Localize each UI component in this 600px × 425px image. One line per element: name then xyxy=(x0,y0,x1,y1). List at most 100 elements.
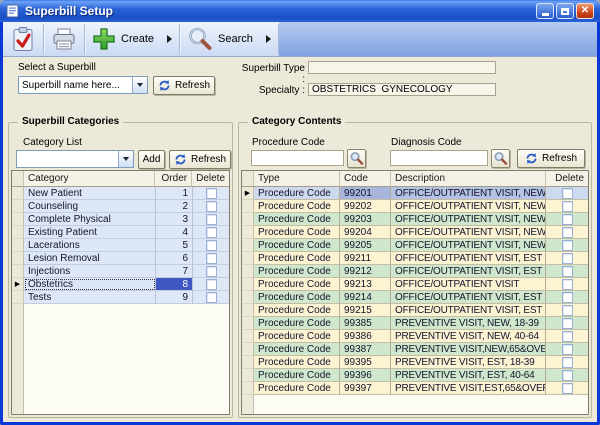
delete-checkbox[interactable] xyxy=(206,266,217,277)
row-selector[interactable] xyxy=(242,356,254,369)
code-cell[interactable]: 99386 xyxy=(340,330,391,343)
type-cell[interactable]: Procedure Code xyxy=(254,200,340,213)
maximize-button[interactable] xyxy=(556,3,574,19)
type-cell[interactable]: Procedure Code xyxy=(254,265,340,278)
description-cell[interactable]: OFFICE/OUTPATIENT VISIT, NEW xyxy=(391,187,546,200)
type-cell[interactable]: Procedure Code xyxy=(254,278,340,291)
delete-checkbox[interactable] xyxy=(562,227,573,238)
order-cell[interactable]: 9 xyxy=(156,291,193,304)
delete-cell[interactable] xyxy=(546,252,588,265)
row-selector[interactable] xyxy=(242,369,254,382)
order-cell[interactable]: 3 xyxy=(156,213,193,226)
order-cell[interactable]: 6 xyxy=(156,252,193,265)
table-row[interactable]: Procedure Code99214OFFICE/OUTPATIENT VIS… xyxy=(242,291,588,304)
row-selector-arrow-icon[interactable]: ▶ xyxy=(12,278,24,291)
delete-column-header[interactable]: Delete xyxy=(546,171,588,187)
description-cell[interactable]: OFFICE/OUTPATIENT VISIT, EST xyxy=(391,304,546,317)
code-cell[interactable]: 99201 xyxy=(340,187,391,200)
minimize-button[interactable] xyxy=(536,3,554,19)
delete-column-header[interactable]: Delete xyxy=(192,171,229,187)
description-column-header[interactable]: Description xyxy=(391,171,546,187)
table-row[interactable]: Procedure Code99205OFFICE/OUTPATIENT VIS… xyxy=(242,239,588,252)
table-row[interactable]: Procedure Code99211OFFICE/OUTPATIENT VIS… xyxy=(242,252,588,265)
delete-checkbox[interactable] xyxy=(206,279,217,290)
category-cell[interactable]: Complete Physical xyxy=(24,213,156,226)
row-selector[interactable] xyxy=(242,330,254,343)
order-cell[interactable]: 1 xyxy=(156,187,193,200)
table-row[interactable]: Procedure Code99204OFFICE/OUTPATIENT VIS… xyxy=(242,226,588,239)
delete-checkbox[interactable] xyxy=(562,188,573,199)
search-menu-arrow-icon[interactable] xyxy=(266,35,271,43)
table-row[interactable]: Procedure Code99387PREVENTIVE VISIT,NEW,… xyxy=(242,343,588,356)
code-cell[interactable]: 99387 xyxy=(340,343,391,356)
row-selector[interactable] xyxy=(12,200,24,213)
code-cell[interactable]: 99214 xyxy=(340,291,391,304)
code-cell[interactable]: 99396 xyxy=(340,369,391,382)
diagnosis-code-input[interactable] xyxy=(390,150,488,166)
row-selector[interactable] xyxy=(12,252,24,265)
row-selector[interactable] xyxy=(242,317,254,330)
code-cell[interactable]: 99203 xyxy=(340,213,391,226)
delete-checkbox[interactable] xyxy=(562,383,573,394)
type-cell[interactable]: Procedure Code xyxy=(254,252,340,265)
row-selector[interactable] xyxy=(242,304,254,317)
type-cell[interactable]: Procedure Code xyxy=(254,343,340,356)
type-cell[interactable]: Procedure Code xyxy=(254,239,340,252)
description-cell[interactable]: OFFICE/OUTPATIENT VISIT, NEW xyxy=(391,226,546,239)
row-selector[interactable] xyxy=(242,200,254,213)
code-cell[interactable]: 99204 xyxy=(340,226,391,239)
table-row[interactable]: Lesion Removal6 xyxy=(12,252,229,265)
description-cell[interactable]: PREVENTIVE VISIT, EST, 40-64 xyxy=(391,369,546,382)
table-row[interactable]: Existing Patient4 xyxy=(12,226,229,239)
description-cell[interactable]: OFFICE/OUTPATIENT VISIT, EST xyxy=(391,265,546,278)
row-selector[interactable] xyxy=(12,213,24,226)
type-cell[interactable]: Procedure Code xyxy=(254,291,340,304)
delete-checkbox[interactable] xyxy=(562,240,573,251)
delete-cell[interactable] xyxy=(546,200,588,213)
order-cell[interactable]: 5 xyxy=(156,239,193,252)
delete-cell[interactable] xyxy=(546,239,588,252)
category-list-combobox[interactable] xyxy=(16,150,134,168)
close-button[interactable]: ✕ xyxy=(576,3,594,19)
table-row[interactable]: Procedure Code99212OFFICE/OUTPATIENT VIS… xyxy=(242,265,588,278)
code-cell[interactable]: 99397 xyxy=(340,382,391,395)
order-cell[interactable]: 4 xyxy=(156,226,193,239)
delete-cell[interactable] xyxy=(546,317,588,330)
delete-cell[interactable] xyxy=(546,265,588,278)
description-cell[interactable]: PREVENTIVE VISIT, NEW, 18-39 xyxy=(391,317,546,330)
code-cell[interactable]: 99385 xyxy=(340,317,391,330)
code-cell[interactable]: 99212 xyxy=(340,265,391,278)
code-cell[interactable]: 99215 xyxy=(340,304,391,317)
table-row[interactable]: New Patient1 xyxy=(12,187,229,200)
delete-checkbox[interactable] xyxy=(206,240,217,251)
description-cell[interactable]: OFFICE/OUTPATIENT VISIT, NEW xyxy=(391,200,546,213)
add-category-button[interactable]: Add xyxy=(138,150,165,169)
delete-cell[interactable] xyxy=(193,278,229,291)
delete-checkbox[interactable] xyxy=(562,318,573,329)
row-selector[interactable] xyxy=(12,226,24,239)
code-column-header[interactable]: Code xyxy=(340,171,391,187)
description-cell[interactable]: PREVENTIVE VISIT, EST, 18-39 xyxy=(391,356,546,369)
description-cell[interactable]: OFFICE/OUTPATIENT VISIT xyxy=(391,278,546,291)
type-cell[interactable]: Procedure Code xyxy=(254,304,340,317)
category-cell[interactable]: Lesion Removal xyxy=(24,252,156,265)
delete-checkbox[interactable] xyxy=(206,214,217,225)
description-cell[interactable]: PREVENTIVE VISIT,NEW,65&OVER xyxy=(391,343,546,356)
category-column-header[interactable]: Category xyxy=(24,171,155,187)
category-cell[interactable]: Counseling xyxy=(24,200,156,213)
category-cell[interactable]: Obstetrics xyxy=(24,278,156,291)
delete-checkbox[interactable] xyxy=(562,357,573,368)
row-selector[interactable] xyxy=(242,291,254,304)
type-cell[interactable]: Procedure Code xyxy=(254,213,340,226)
type-cell[interactable]: Procedure Code xyxy=(254,369,340,382)
delete-cell[interactable] xyxy=(193,187,229,200)
code-cell[interactable]: 99211 xyxy=(340,252,391,265)
table-row[interactable]: Procedure Code99202OFFICE/OUTPATIENT VIS… xyxy=(242,200,588,213)
table-row[interactable]: Procedure Code99395PREVENTIVE VISIT, EST… xyxy=(242,356,588,369)
superbill-combobox-dropdown-button[interactable] xyxy=(132,77,147,93)
delete-checkbox[interactable] xyxy=(562,370,573,381)
delete-cell[interactable] xyxy=(193,291,229,304)
type-cell[interactable]: Procedure Code xyxy=(254,356,340,369)
description-cell[interactable]: PREVENTIVE VISIT, NEW, 40-64 xyxy=(391,330,546,343)
row-selector[interactable] xyxy=(242,252,254,265)
